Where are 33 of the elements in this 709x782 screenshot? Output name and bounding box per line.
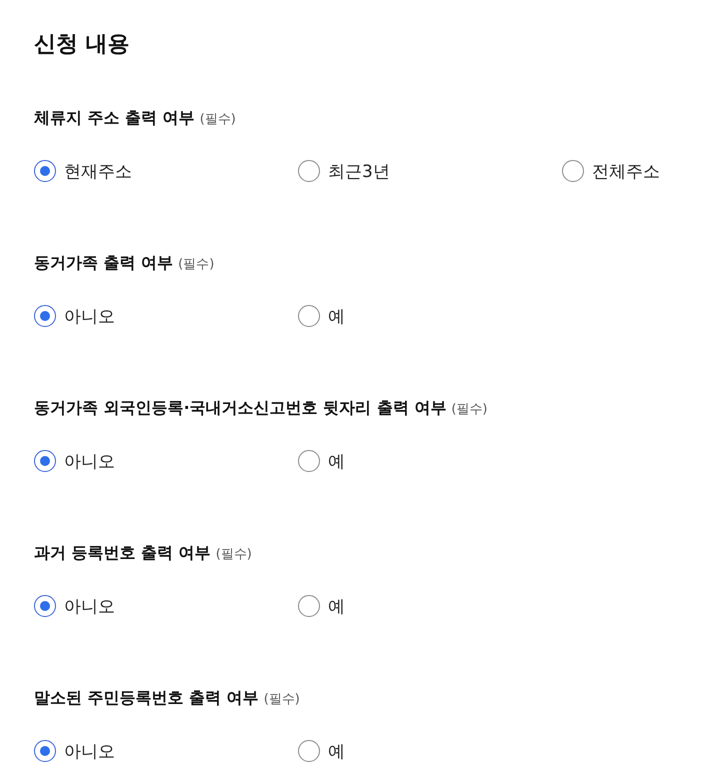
required-note: (필수) (216, 546, 252, 564)
question-label: 동거가족 외국인등록·국내거소신고번호 뒷자리 출력 여부 (34, 397, 446, 419)
radio-button-icon[interactable] (298, 595, 320, 617)
radio-button-icon[interactable] (34, 160, 56, 182)
radio-button-icon[interactable] (34, 740, 56, 762)
radio-option[interactable]: 예 (298, 739, 345, 763)
question-label: 체류지 주소 출력 여부 (34, 107, 195, 129)
radio-option[interactable]: 아니오 (34, 594, 115, 618)
required-note: (필수) (200, 111, 236, 129)
question-label: 동거가족 출력 여부 (34, 252, 174, 274)
required-note: (필수) (451, 401, 488, 419)
radio-button-icon[interactable] (34, 305, 56, 327)
radio-option[interactable]: 아니오 (34, 304, 115, 328)
radio-option[interactable]: 아니오 (34, 739, 115, 763)
radio-button-icon[interactable] (298, 450, 320, 472)
question-label: 말소된 주민등록번호 출력 여부 (34, 687, 259, 709)
radio-button-icon[interactable] (34, 595, 56, 617)
question-label: 과거 등록번호 출력 여부 (34, 542, 211, 564)
radio-option[interactable]: 예 (298, 449, 345, 473)
radio-option[interactable]: 전체주소 (562, 159, 660, 183)
required-note: (필수) (178, 256, 214, 274)
radio-option[interactable]: 최근3년 (298, 159, 390, 183)
radio-button-icon[interactable] (298, 160, 320, 182)
radio-button-icon[interactable] (298, 740, 320, 762)
radio-button-icon[interactable] (298, 305, 320, 327)
radio-button-icon[interactable] (562, 160, 584, 182)
radio-option[interactable]: 아니오 (34, 449, 115, 473)
required-note: (필수) (264, 691, 300, 709)
radio-button-icon[interactable] (34, 450, 56, 472)
radio-option[interactable]: 예 (298, 594, 345, 618)
section-title: 신청 내용 (34, 31, 131, 59)
radio-option[interactable]: 현재주소 (34, 159, 132, 183)
radio-option[interactable]: 예 (298, 304, 345, 328)
